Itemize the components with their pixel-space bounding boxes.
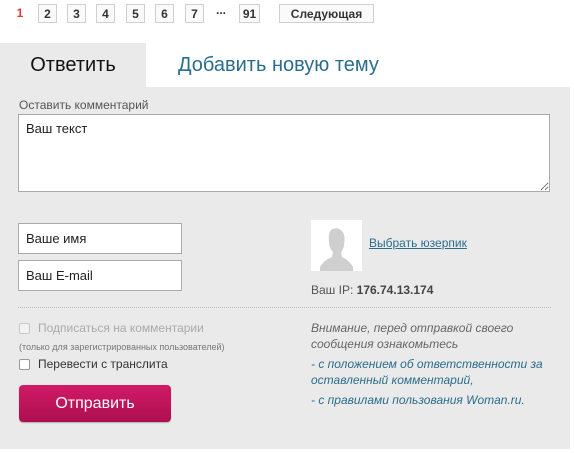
choose-userpic-link[interactable]: Выбрать юзерпик — [369, 236, 467, 250]
avatar — [311, 220, 362, 271]
email-input[interactable]: Ваш E-mail — [18, 260, 182, 291]
submit-button[interactable]: Отправить — [19, 385, 171, 422]
next-page-button[interactable]: Следующая — [279, 4, 374, 23]
page-7-link[interactable]: 7 — [185, 4, 204, 23]
translit-label: Перевести с транслита — [38, 357, 168, 371]
comment-textarea[interactable]: Ваш текст — [18, 114, 550, 192]
divider — [18, 307, 551, 308]
page-3-link[interactable]: 3 — [67, 4, 86, 23]
name-input[interactable]: Ваше имя — [18, 223, 182, 254]
page-6-link[interactable]: 6 — [155, 4, 174, 23]
page-2-link[interactable]: 2 — [38, 4, 57, 23]
ip-value: 176.74.13.174 — [356, 283, 434, 297]
subscribe-label: Подписаться на комментарии — [38, 321, 204, 335]
page-1-current: 1 — [16, 6, 24, 20]
tab-new-topic[interactable]: Добавить новую тему — [146, 43, 570, 87]
page-last-link[interactable]: 91 — [239, 4, 260, 23]
user-silhouette-icon — [311, 220, 362, 271]
subscribe-note: (только для зарегистрированных пользоват… — [19, 342, 225, 352]
pagination-ellipsis: ... — [215, 3, 226, 17]
rules-link[interactable]: - с правилами пользования Woman.ru. — [311, 392, 525, 408]
comment-label: Оставить комментарий — [19, 98, 149, 112]
responsibility-link[interactable]: - с положением об ответственности за — [311, 356, 543, 372]
notice-line-2: сообщения ознакомьтесь — [311, 337, 459, 351]
responsibility-link-cont[interactable]: оставленный комментарий, — [311, 372, 474, 388]
notice-line-1: Внимание, перед отправкой своего — [311, 321, 514, 335]
pagination: 1 2 3 4 5 6 7 ... 91 Следующая — [0, 0, 574, 40]
subscribe-checkbox[interactable] — [19, 323, 30, 334]
translit-checkbox[interactable] — [19, 359, 30, 370]
ip-info: Ваш IP: 176.74.13.174 — [311, 283, 433, 297]
tab-reply[interactable]: Ответить — [0, 43, 146, 87]
page-4-link[interactable]: 4 — [96, 4, 115, 23]
page-5-link[interactable]: 5 — [126, 4, 145, 23]
ip-label: Ваш IP: — [311, 283, 354, 297]
